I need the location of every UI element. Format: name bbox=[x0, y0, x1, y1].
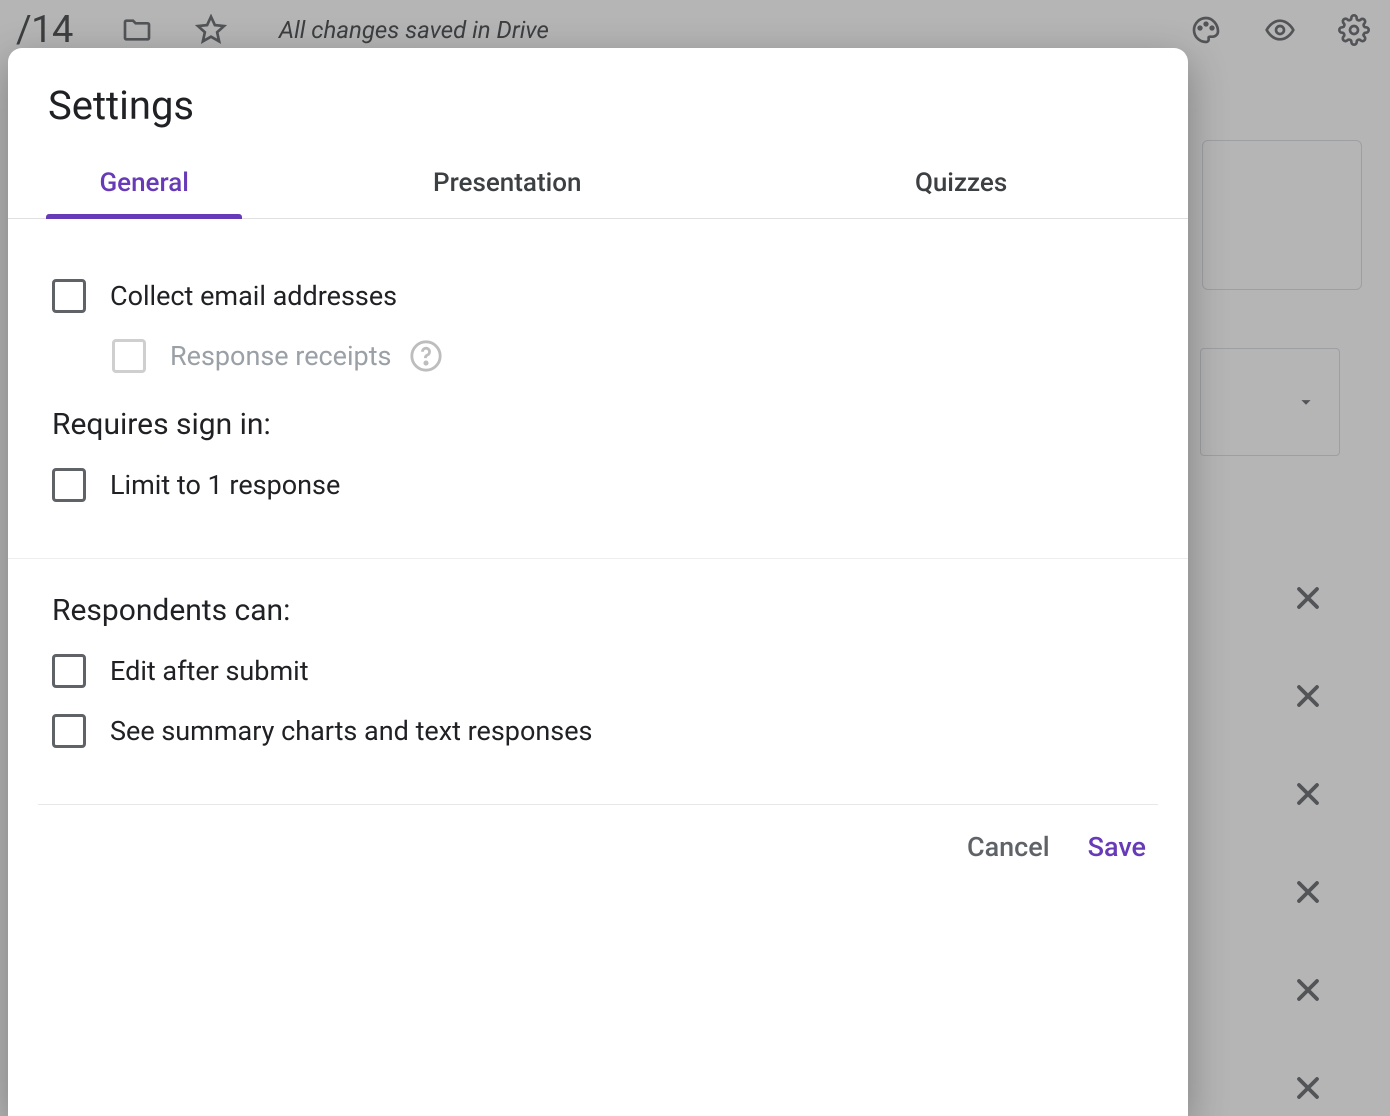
checkbox-limit-one[interactable] bbox=[52, 468, 86, 502]
row-edit-after-submit[interactable]: Edit after submit bbox=[52, 654, 1144, 688]
section-general-top: Collect email addresses Response receipt… bbox=[8, 219, 1188, 558]
modal-title: Settings bbox=[8, 48, 1188, 147]
modal-footer: Cancel Save bbox=[8, 805, 1188, 895]
cancel-button[interactable]: Cancel bbox=[967, 831, 1050, 863]
checkbox-collect-email[interactable] bbox=[52, 279, 86, 313]
header-requires-sign-in: Requires sign in: bbox=[52, 407, 1144, 442]
tab-label: Quizzes bbox=[915, 168, 1007, 198]
label-collect-email: Collect email addresses bbox=[110, 280, 397, 312]
row-limit-one[interactable]: Limit to 1 response bbox=[52, 468, 1144, 502]
tab-label: Presentation bbox=[433, 168, 581, 198]
checkbox-see-summary[interactable] bbox=[52, 714, 86, 748]
row-collect-email[interactable]: Collect email addresses bbox=[52, 279, 1144, 313]
checkbox-response-receipts bbox=[112, 339, 146, 373]
save-button[interactable]: Save bbox=[1088, 831, 1146, 863]
tab-quizzes[interactable]: Quizzes bbox=[734, 147, 1188, 218]
label-see-summary: See summary charts and text responses bbox=[110, 715, 592, 747]
settings-modal: Settings General Presentation Quizzes Co… bbox=[8, 48, 1188, 1116]
row-response-receipts: Response receipts bbox=[112, 339, 1144, 373]
checkbox-edit-after-submit[interactable] bbox=[52, 654, 86, 688]
settings-tabs: General Presentation Quizzes bbox=[8, 147, 1188, 219]
label-limit-one: Limit to 1 response bbox=[110, 469, 340, 501]
row-see-summary[interactable]: See summary charts and text responses bbox=[52, 714, 1144, 748]
tab-label: General bbox=[99, 168, 188, 198]
tab-general[interactable]: General bbox=[8, 147, 280, 218]
header-respondents-can: Respondents can: bbox=[52, 593, 1144, 628]
section-respondents: Respondents can: Edit after submit See s… bbox=[8, 558, 1188, 804]
tab-presentation[interactable]: Presentation bbox=[280, 147, 734, 218]
help-icon[interactable] bbox=[409, 339, 443, 373]
label-edit-after-submit: Edit after submit bbox=[110, 655, 309, 687]
label-response-receipts: Response receipts bbox=[170, 340, 391, 372]
modal-body: Collect email addresses Response receipt… bbox=[8, 219, 1188, 1116]
